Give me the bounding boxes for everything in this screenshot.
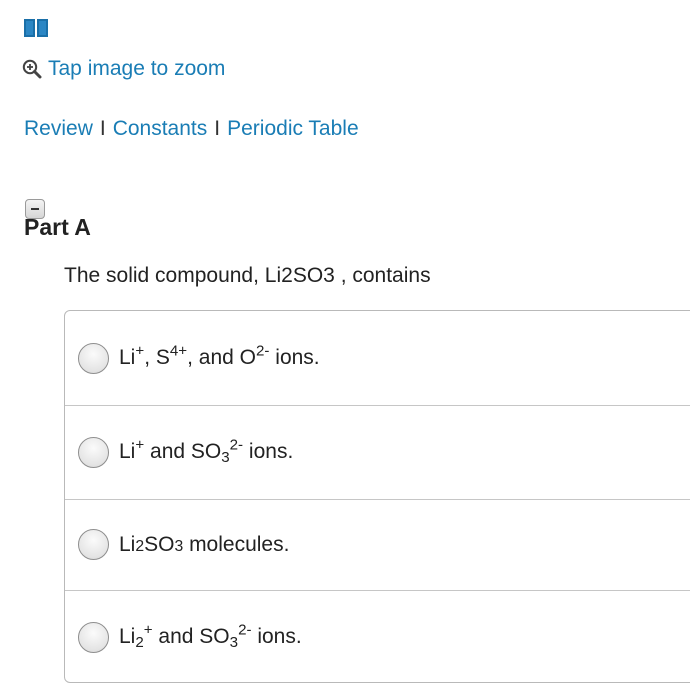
option-superscript: 4+ <box>169 342 188 360</box>
answer-option[interactable]: Li2SO3 molecules. <box>65 499 690 591</box>
periodic-table-link[interactable]: Periodic Table <box>227 117 359 141</box>
option-subscript: 3 <box>221 448 230 466</box>
radio-button[interactable] <box>78 621 109 653</box>
option-superscript: 2- <box>256 342 270 360</box>
zoom-in-icon <box>22 59 42 79</box>
option-subscript: 3 <box>174 537 184 555</box>
answer-option[interactable]: Li+, S4+, and O2- ions. <box>65 311 690 406</box>
option-text-part: ions. <box>269 346 320 369</box>
tap-to-zoom-link[interactable]: Tap image to zoom <box>22 55 225 83</box>
option-text-part: and SO <box>144 440 222 463</box>
option-superscript: + <box>135 342 145 360</box>
option-text-part: , and O <box>187 346 256 369</box>
question-sub2: 3 <box>323 264 335 287</box>
option-superscript: + <box>135 436 145 454</box>
option-text-part: Li <box>119 346 136 369</box>
question-mid: SO <box>292 264 324 287</box>
question-sub1: 2 <box>281 264 293 287</box>
option-subscript: 2 <box>135 537 145 555</box>
option-label: Li2+ and SO32- ions. <box>119 621 302 651</box>
answer-option[interactable]: Li+ and SO32- ions. <box>65 405 690 500</box>
option-superscript: 2- <box>238 621 252 639</box>
link-separator: I <box>214 117 221 140</box>
question-suffix: , contains <box>334 264 431 287</box>
option-label: Li+ and SO32- ions. <box>119 436 294 466</box>
option-text-part: , S <box>144 346 170 369</box>
option-subscript: 2 <box>135 633 144 651</box>
option-text-part: ions. <box>251 625 302 648</box>
link-separator: I <box>99 117 106 140</box>
radio-button[interactable] <box>78 529 109 560</box>
constants-link[interactable]: Constants <box>113 117 208 141</box>
option-subscript: 3 <box>229 633 239 651</box>
option-text-part: molecules. <box>183 532 290 556</box>
review-link[interactable]: Review <box>24 117 93 141</box>
radio-button[interactable] <box>78 342 109 374</box>
option-text-part: SO <box>144 532 175 556</box>
option-text-part: ions. <box>243 440 294 463</box>
resource-links: Review I Constants I Periodic Table <box>24 117 359 141</box>
question-prefix: The solid compound, Li <box>64 264 282 287</box>
answer-option[interactable]: Li2+ and SO32- ions. <box>65 590 690 682</box>
option-label: Li2SO3 molecules. <box>119 533 289 557</box>
option-label: Li+, S4+, and O2- ions. <box>119 342 320 370</box>
answer-options: Li+, S4+, and O2- ions. Li+ and SO32- io… <box>64 310 690 683</box>
part-title: Part A <box>24 214 91 240</box>
option-superscript: + <box>143 621 153 639</box>
option-text-part: Li <box>119 440 136 463</box>
option-text-part: and SO <box>152 625 230 648</box>
radio-button[interactable] <box>78 436 109 468</box>
option-text-part: Li <box>119 532 136 556</box>
question-text: The solid compound, Li2SO3 , contains <box>64 264 431 288</box>
option-superscript: 2- <box>229 436 244 454</box>
tap-to-zoom-label[interactable]: Tap image to zoom <box>48 57 225 81</box>
book-icon[interactable] <box>24 19 48 37</box>
option-text-part: Li <box>119 625 136 648</box>
